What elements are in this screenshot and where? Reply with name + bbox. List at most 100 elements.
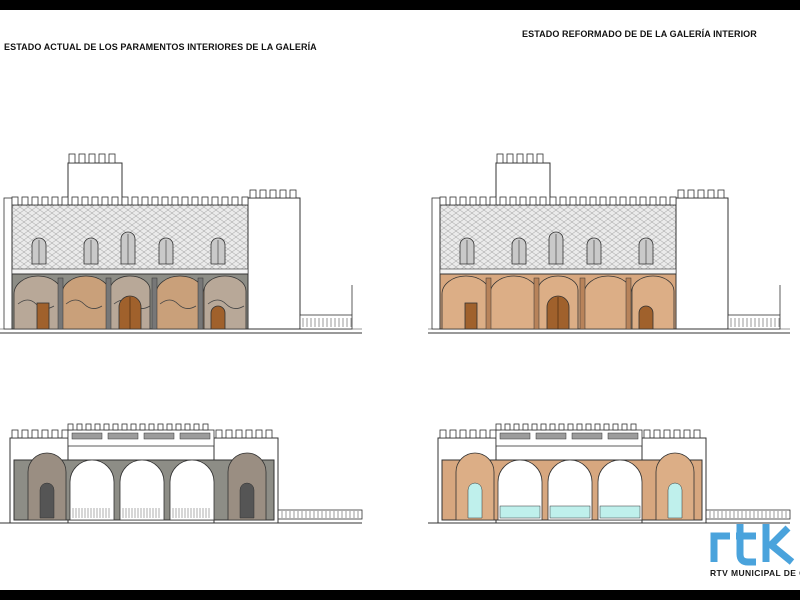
frieze [439,268,677,275]
merlon [269,189,277,199]
side-door [464,302,478,330]
merlon [191,196,199,206]
title-current-state: ESTADO ACTUAL DE LOS PARAMENTOS INTERIOR… [4,42,317,52]
merlon [31,429,39,439]
merlon [98,153,106,164]
merlon [693,429,701,439]
merlon [235,429,243,439]
merlon [255,429,263,439]
merlon [439,429,447,439]
merlon [41,429,49,439]
merlon [148,423,155,431]
pilaster [197,277,204,330]
merlon [495,423,502,431]
frieze [11,268,249,275]
merlon [531,423,538,431]
logo-mark: rtv [752,548,754,551]
merlon [166,423,173,431]
merlon [683,429,691,439]
merlon [529,196,537,206]
merlon [504,423,511,431]
merlon [61,196,69,206]
merlon [469,196,477,206]
drawing-sheet: ESTADO ACTUAL DE LOS PARAMENTOS INTERIOR… [0,0,800,600]
merlon [619,196,627,206]
merlon [121,423,128,431]
band-panel [179,432,211,440]
merlon [603,423,610,431]
merlon [103,423,110,431]
merlon [536,153,544,164]
merlon [265,429,273,439]
merlon [131,196,139,206]
merlon [193,423,200,431]
glazing [549,505,591,519]
merlon [459,196,467,206]
pilaster [485,277,492,330]
gallery-arch [489,275,539,330]
merlon [130,423,137,431]
left-post [431,197,441,330]
merlon [67,423,74,431]
merlon [489,429,497,439]
merlon [479,196,487,206]
gallery-arch [155,275,205,330]
elevation-top-current [0,153,362,334]
merlon [111,196,119,206]
band-panel [143,432,175,440]
side-wall [675,197,729,330]
merlon [112,423,119,431]
pilaster [533,277,540,330]
merlon [41,196,49,206]
merlon [259,189,267,199]
gallery-arch [583,275,633,330]
merlon [181,196,189,206]
merlon [629,196,637,206]
merlon [157,423,164,431]
niche-window [467,482,483,519]
merlon [496,153,504,164]
merlon [659,196,667,206]
merlon [643,429,651,439]
merlon [71,196,79,206]
merlon [585,423,592,431]
merlon [289,189,297,199]
small-arch-door [638,305,654,330]
merlon [61,429,69,439]
merlon [639,196,647,206]
merlon [653,429,661,439]
merlon [211,196,219,206]
elevation-bottom-reformed [428,423,791,524]
low-parapet [727,314,781,330]
merlon [717,189,725,199]
merlon [687,189,695,199]
side-door [36,302,50,330]
merlon [68,153,76,164]
merlon [549,196,557,206]
merlon [579,196,587,206]
niche-statue [39,482,55,519]
merlon [161,196,169,206]
merlon [279,189,287,199]
merlon [94,423,101,431]
elevation-top-reformed [428,153,790,334]
merlon [539,196,547,206]
merlon [697,189,705,199]
gallery-section [428,423,791,524]
merlon [141,196,149,206]
merlon [649,196,657,206]
band-panel [499,432,531,440]
merlon [439,196,447,206]
left-post [3,197,13,330]
merlon [513,423,520,431]
pilaster [57,277,64,330]
merlon [589,196,597,206]
logo-caption: RTV MUNICIPAL DE CH [710,568,800,578]
merlon [121,196,129,206]
merlon [101,196,109,206]
open-arch [169,459,215,521]
merlon [449,196,457,206]
merlon [51,429,59,439]
band-panel [571,432,603,440]
open-arch [69,459,115,521]
